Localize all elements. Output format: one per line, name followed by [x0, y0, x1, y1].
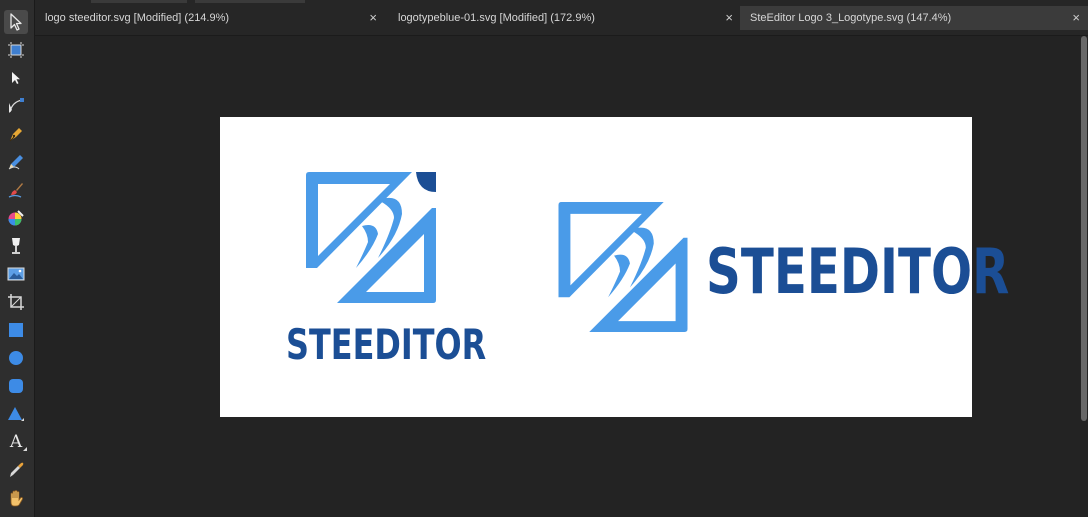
- toolbar-strip: [195, 0, 305, 3]
- color-picker-tool-icon[interactable]: [4, 458, 28, 482]
- document-tab-bar: logo steeditor.svg [Modified] (214.9%) ×…: [35, 0, 1088, 36]
- tab-close-icon[interactable]: ×: [1072, 6, 1080, 30]
- fill-tool-icon[interactable]: [4, 206, 28, 230]
- vertical-scrollbar[interactable]: [1080, 36, 1088, 517]
- scrollbar-thumb[interactable]: [1081, 36, 1087, 421]
- tab-steeditor-logo-3[interactable]: SteEditor Logo 3_Logotype.svg (147.4%) ×: [740, 6, 1088, 30]
- tab-title: SteEditor Logo 3_Logotype.svg (147.4%): [750, 12, 952, 24]
- logo-wordmark-stacked[interactable]: STEEDITOR: [286, 320, 486, 369]
- logo-mark-horizontal[interactable]: [557, 202, 689, 333]
- crop-tool-icon[interactable]: [4, 290, 28, 314]
- tab-logotypeblue[interactable]: logotypeblue-01.svg [Modified] (172.9%) …: [388, 6, 741, 30]
- view-tool-icon[interactable]: [4, 486, 28, 510]
- tab-close-icon[interactable]: ×: [725, 6, 733, 30]
- place-image-tool-icon[interactable]: [4, 262, 28, 286]
- tab-title: logo steeditor.svg [Modified] (214.9%): [45, 12, 230, 24]
- ellipse-tool-icon[interactable]: [4, 346, 28, 370]
- artboard-tool-icon[interactable]: [4, 38, 28, 62]
- rounded-rectangle-tool-icon[interactable]: [4, 374, 28, 398]
- tab-title: logotypeblue-01.svg [Modified] (172.9%): [398, 12, 595, 24]
- tools-panel: A: [0, 0, 35, 517]
- transparency-tool-icon[interactable]: [4, 234, 28, 258]
- node-tool-icon[interactable]: [4, 66, 28, 90]
- rectangle-tool-icon[interactable]: [4, 318, 28, 342]
- pencil-tool-icon[interactable]: [4, 150, 28, 174]
- artboard-canvas[interactable]: STEEDITOR STEEDITOR: [220, 117, 1009, 417]
- pen-tool-icon[interactable]: [4, 122, 28, 146]
- tab-close-icon[interactable]: ×: [369, 6, 377, 30]
- tab-logo-steeditor[interactable]: logo steeditor.svg [Modified] (214.9%) ×: [35, 6, 385, 30]
- logo-wordmark-horizontal[interactable]: STEEDITOR: [706, 235, 1009, 308]
- vector-brush-tool-icon[interactable]: [4, 178, 28, 202]
- logo-mark-stacked[interactable]: [306, 172, 436, 304]
- corner-tool-icon[interactable]: [4, 94, 28, 118]
- toolbar-strip: [91, 0, 187, 3]
- text-tool-icon[interactable]: A: [4, 430, 28, 454]
- triangle-tool-icon[interactable]: [4, 402, 28, 426]
- move-tool-icon[interactable]: [4, 10, 28, 34]
